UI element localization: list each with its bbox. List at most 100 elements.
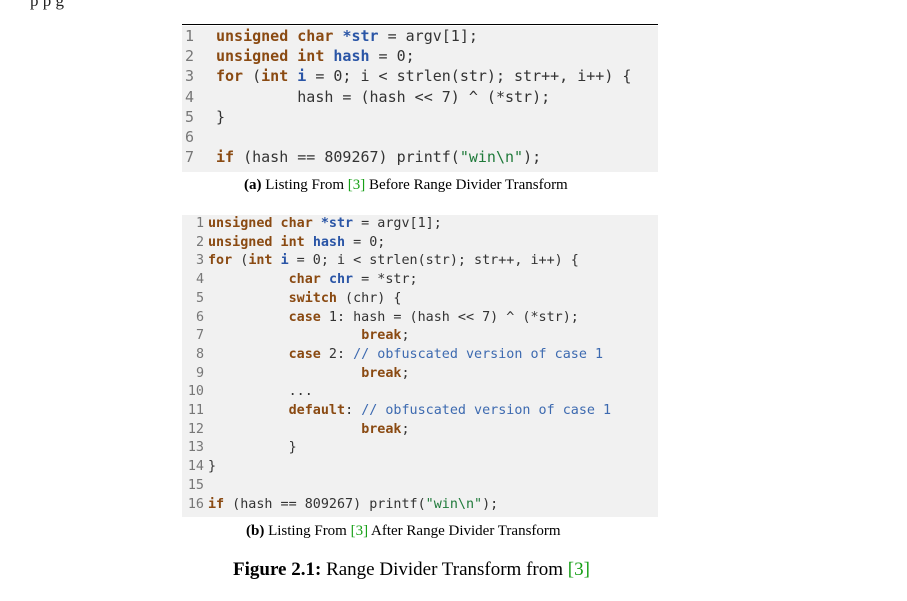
code-token: case	[288, 309, 321, 325]
code-token: }	[216, 107, 226, 126]
code-text: break;	[208, 421, 410, 440]
code-token: hash = (hash << 7) ^ (*str);	[216, 87, 551, 106]
code-token: *str	[342, 27, 379, 45]
code-token: ;	[401, 421, 410, 437]
code-line: 12 break;	[182, 421, 410, 440]
caption-a-label: (a)	[244, 177, 262, 193]
code-token: = *str;	[353, 272, 418, 288]
code-token: int	[248, 253, 281, 269]
line-number: 3	[195, 253, 204, 269]
line-number: 16	[187, 496, 204, 512]
code-text: }	[216, 107, 225, 127]
line-number: 2	[195, 234, 204, 250]
code-text: case 2: // obfuscated version of case 1	[208, 346, 603, 365]
code-token: }	[208, 459, 217, 475]
line-number: 2	[184, 47, 194, 66]
line-number: 13	[187, 440, 204, 456]
line-number: 5	[184, 107, 194, 126]
code-token: unsigned int	[216, 47, 334, 66]
line-number: 10	[187, 384, 204, 400]
caption-a: (a) Listing From [3] Before Range Divide…	[244, 177, 568, 194]
code-line: 4 hash = (hash << 7) ^ (*str);	[182, 87, 550, 107]
code-token: ;	[401, 328, 410, 344]
code-token: ;	[401, 365, 410, 381]
code-text: case 1: hash = (hash << 7) ^ (*str);	[208, 309, 579, 328]
figure-caption-text: Range Divider Transform from	[321, 559, 568, 580]
code-line: 2 unsigned int hash = 0;	[182, 46, 415, 66]
code-line: 6 case 1: hash = (hash << 7) ^ (*str);	[182, 309, 579, 328]
line-number: 1	[195, 216, 204, 231]
code-line: 1 unsigned char *str = argv[1];	[182, 26, 478, 46]
code-line: 16 if (hash == 809267) printf("win\n");	[182, 496, 498, 515]
figure-caption: Figure 2.1: Range Divider Transform from…	[233, 559, 590, 581]
code-token: break	[361, 365, 402, 381]
code-line: 3 for (int i = 0; i < strlen(str); str++,…	[182, 66, 631, 86]
code-token: :	[345, 403, 362, 418]
line-number: 9	[195, 365, 204, 381]
code-token: = 0;	[345, 234, 386, 250]
code-token: = argv[1];	[353, 216, 442, 231]
code-line: 15	[182, 477, 208, 496]
figure-caption-citation-link[interactable]: [3]	[568, 559, 590, 580]
code-token: = 0; i < strlen(str); str++, i++) {	[288, 253, 579, 269]
code-text: default: // obfuscated version of case 1	[208, 402, 611, 421]
code-token: = 0; i < strlen(str); str++, i++) {	[306, 67, 632, 86]
caption-b-text-pre: Listing From	[264, 523, 351, 539]
line-number: 15	[187, 477, 204, 493]
code-text: switch (chr) {	[208, 290, 402, 309]
code-text: }	[208, 439, 297, 458]
code-token: // obfuscated version of case 1	[361, 403, 612, 418]
code-token: int	[261, 67, 298, 86]
caption-a-citation-link[interactable]: [3]	[348, 177, 366, 193]
code-token: if	[208, 496, 225, 512]
code-line: 1 unsigned char *str = argv[1];	[182, 215, 442, 234]
caption-a-text-pre: Listing From	[261, 177, 348, 193]
code-listing-a: 1 unsigned char *str = argv[1]; 2 unsigned …	[182, 26, 658, 172]
code-text: unsigned char *str = argv[1];	[216, 26, 478, 46]
code-token: unsigned char	[208, 216, 321, 231]
caption-b-label: (b)	[246, 523, 265, 539]
code-text: hash = (hash << 7) ^ (*str);	[216, 87, 550, 107]
code-text: break;	[208, 327, 410, 346]
line-number: 6	[184, 128, 194, 146]
caption-b: (b) Listing From [3] After Range Divider…	[246, 523, 561, 540]
line-number: 12	[187, 421, 204, 437]
code-token: unsigned char	[216, 27, 343, 45]
code-text: char chr = *str;	[208, 271, 418, 290]
code-line: 5}	[182, 107, 225, 127]
line-number: 11	[187, 403, 204, 418]
code-line: 11 default: // obfuscated version of cas…	[182, 402, 611, 421]
code-text: break;	[208, 365, 410, 384]
code-line: 6	[182, 127, 216, 147]
code-token: (chr) {	[337, 290, 402, 306]
code-token: hash	[312, 234, 346, 250]
code-token: = argv[1];	[378, 27, 478, 45]
code-line: 14}	[182, 458, 216, 477]
code-line: 4 char chr = *str;	[182, 271, 418, 290]
code-token: (hash == 809267) printf(	[234, 148, 460, 167]
code-token: if	[216, 148, 235, 167]
code-token: "win\n"	[459, 148, 524, 167]
code-text: unsigned int hash = 0;	[216, 46, 415, 66]
code-token: );	[482, 496, 499, 512]
line-number: 7	[184, 148, 194, 167]
code-token: (	[232, 253, 249, 269]
code-text: if (hash == 809267) printf("win\n");	[208, 496, 498, 515]
code-line: 9 break;	[182, 365, 410, 384]
code-token: 1: hash = (hash << 7) ^ (*str);	[320, 309, 579, 325]
code-token: chr	[328, 272, 354, 288]
code-token: hash	[333, 47, 370, 66]
code-token: switch	[288, 290, 337, 306]
caption-b-citation-link[interactable]: [3]	[351, 523, 369, 539]
code-token: (	[243, 67, 262, 86]
code-token: = 0;	[369, 47, 415, 66]
code-text: ...	[208, 383, 313, 402]
code-token: case	[288, 346, 321, 362]
code-text: unsigned int hash = 0;	[208, 234, 385, 253]
